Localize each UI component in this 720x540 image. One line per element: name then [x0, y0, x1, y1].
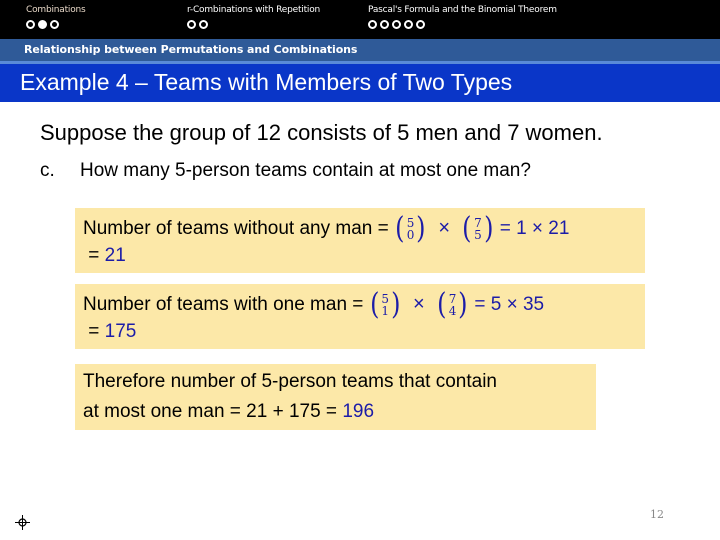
navigation-bar: Combinations r-Combinations with Repetit… — [0, 0, 720, 39]
nav-section-title[interactable]: Pascal's Formula and the Binomial Theore… — [368, 5, 557, 15]
question-label: c. — [40, 160, 55, 181]
times-sign: × — [438, 217, 451, 240]
conclusion-line-2: at most one man = 21 + 175 = 196 — [83, 400, 374, 424]
no-man-result: 21 — [104, 245, 126, 266]
intro-text: Suppose the group of 12 consists of 5 me… — [40, 120, 603, 145]
binom-k: 0 — [406, 228, 415, 242]
result-eq: = — [88, 245, 105, 266]
no-man-result-line: = 21 — [83, 244, 126, 268]
no-man-text: Number of teams without any man = — [83, 218, 395, 240]
nav-dot[interactable] — [404, 20, 413, 29]
binomial-5-0: ( 50 ) — [395, 211, 426, 246]
binom-k: 4 — [448, 304, 457, 318]
conclusion-box: Therefore number of 5-person teams that … — [75, 364, 596, 430]
question-text: How many 5-person teams contain at most … — [80, 160, 531, 181]
nav-dot[interactable] — [368, 20, 377, 29]
one-man-result: 175 — [104, 321, 137, 342]
binomial-5-1: ( 51 ) — [369, 287, 401, 322]
nav-dots — [26, 20, 86, 29]
nav-section-title[interactable]: Combinations — [26, 5, 86, 15]
times-sign: × — [413, 293, 425, 316]
no-man-box: Number of teams without any man = ( 50 )… — [75, 208, 645, 273]
conclusion-line-1: Therefore number of 5-person teams that … — [83, 371, 498, 392]
one-man-box: Number of teams with one man = ( 51 ) × … — [75, 284, 645, 349]
nav-dot[interactable] — [392, 20, 401, 29]
nav-section-combinations[interactable]: Combinations — [26, 5, 86, 29]
nav-dots — [368, 20, 557, 29]
nav-dot[interactable] — [199, 20, 208, 29]
nav-section-r-combinations[interactable]: r-Combinations with Repetition — [187, 5, 320, 29]
subsection-bar: Relationship between Permutations and Co… — [0, 39, 720, 61]
nav-dot[interactable] — [50, 20, 59, 29]
subsection-title: Relationship between Permutations and Co… — [24, 43, 358, 56]
nav-section-title[interactable]: r-Combinations with Repetition — [187, 5, 320, 15]
result-eq: = — [88, 321, 105, 342]
nav-dots — [187, 20, 320, 29]
nav-dot[interactable] — [26, 20, 35, 29]
conclusion-result: 196 — [342, 401, 375, 422]
question: c. How many 5-person teams contain at mos… — [40, 160, 531, 182]
one-man-result-line: = 175 — [83, 320, 136, 344]
nav-dot[interactable] — [380, 20, 389, 29]
one-man-product: = 5 × 35 — [474, 294, 545, 316]
conclusion-text: at most one man = 21 + 175 = — [83, 401, 343, 422]
no-man-line: Number of teams without any man = ( 50 )… — [83, 214, 569, 244]
binomial-7-4: ( 74 ) — [437, 287, 468, 322]
binom-k: 5 — [474, 228, 482, 242]
no-man-product: = 1 × 21 — [499, 218, 570, 240]
binomial-7-5: ( 75 ) — [462, 211, 494, 246]
title-bar: Example 4 – Teams with Members of Two Ty… — [0, 64, 720, 102]
page-number: 12 — [650, 508, 664, 521]
one-man-text: Number of teams with one man = — [83, 294, 369, 316]
target-icon[interactable] — [15, 515, 30, 530]
slide-title: Example 4 – Teams with Members of Two Ty… — [20, 69, 513, 95]
nav-dot-current[interactable] — [38, 20, 47, 29]
nav-dot[interactable] — [416, 20, 425, 29]
one-man-line: Number of teams with one man = ( 51 ) × … — [83, 290, 544, 320]
nav-section-pascals-formula[interactable]: Pascal's Formula and the Binomial Theore… — [368, 5, 557, 29]
nav-dot[interactable] — [187, 20, 196, 29]
binom-k: 1 — [381, 304, 390, 318]
